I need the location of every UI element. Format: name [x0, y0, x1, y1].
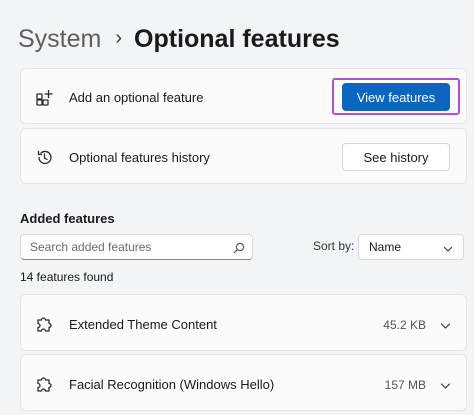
puzzle-icon: [35, 375, 53, 393]
history-label: Optional features history: [69, 150, 210, 165]
add-grid-icon: [35, 88, 53, 106]
history-icon: [35, 148, 53, 166]
search-added-features[interactable]: [20, 234, 253, 260]
feature-item[interactable]: Facial Recognition (Windows Hello) 157 M…: [20, 354, 467, 411]
sort-by-dropdown[interactable]: Name: [358, 234, 464, 260]
added-features-heading: Added features: [20, 211, 115, 226]
search-icon: [233, 241, 245, 254]
breadcrumb: System › Optional features: [18, 22, 340, 56]
puzzle-icon: [35, 315, 53, 333]
see-history-button[interactable]: See history: [342, 143, 450, 171]
features-count: 14 features found: [20, 270, 114, 284]
feature-size: 45.2 KB: [383, 318, 426, 332]
feature-item[interactable]: Extended Theme Content 45.2 KB: [20, 294, 467, 351]
history-card[interactable]: Optional features history See history: [20, 128, 467, 184]
search-input[interactable]: [21, 240, 221, 254]
chevron-down-icon[interactable]: [440, 378, 451, 389]
add-feature-card: Add an optional feature View features: [20, 68, 467, 124]
feature-size: 157 MB: [384, 378, 426, 392]
feature-name: Facial Recognition (Windows Hello): [69, 377, 275, 392]
add-feature-label: Add an optional feature: [69, 90, 204, 105]
chevron-down-icon: [443, 243, 453, 253]
breadcrumb-system-link[interactable]: System: [18, 25, 101, 54]
sort-by-label: Sort by:: [313, 239, 355, 253]
breadcrumb-separator-icon: ›: [115, 26, 123, 49]
sort-by-value: Name: [369, 240, 402, 254]
view-features-button[interactable]: View features: [342, 83, 450, 111]
feature-name: Extended Theme Content: [69, 317, 217, 332]
page-title: Optional features: [134, 24, 340, 53]
chevron-down-icon[interactable]: [440, 318, 451, 329]
